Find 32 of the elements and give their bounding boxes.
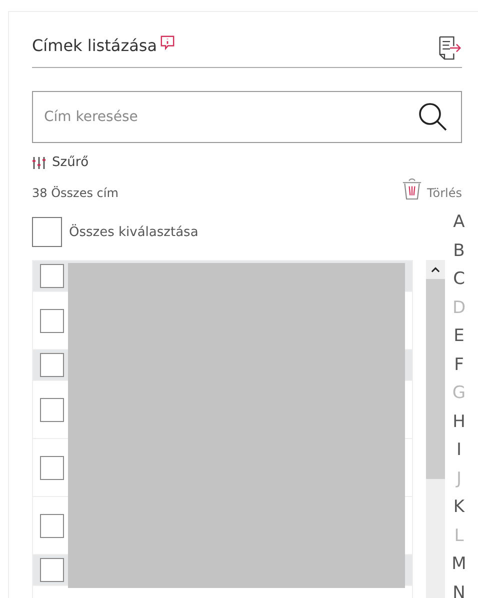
select-all-checkbox[interactable] — [32, 217, 62, 247]
row-checkbox[interactable] — [40, 558, 64, 582]
address-count: 38 Összes cím — [32, 186, 118, 200]
delete-button[interactable]: Törlés — [402, 178, 462, 200]
alphabet-letter[interactable]: H — [452, 408, 466, 436]
alphabet-letter[interactable]: C — [453, 265, 465, 294]
row-checkbox[interactable] — [40, 398, 64, 422]
alphabet-letter[interactable]: N — [452, 578, 466, 598]
alphabet-letter[interactable]: M — [452, 550, 466, 578]
scrollbar[interactable] — [426, 260, 445, 598]
alphabet-letter[interactable]: A — [453, 208, 465, 236]
search-field[interactable]: Cím keresése — [32, 91, 462, 143]
alphabet-letter[interactable]: F — [454, 350, 464, 379]
scroll-up-icon[interactable] — [431, 267, 440, 273]
alphabet-letter[interactable]: K — [453, 493, 465, 522]
trash-icon — [402, 178, 422, 200]
export-icon[interactable] — [438, 35, 462, 61]
row-checkbox[interactable] — [40, 264, 64, 288]
alphabet-letter[interactable]: B — [453, 236, 465, 265]
page-title: Címek listázása — [32, 35, 158, 57]
row-checkbox[interactable] — [40, 308, 64, 332]
row-checkbox[interactable] — [40, 456, 64, 480]
row-checkbox[interactable] — [40, 514, 64, 538]
alphabet-letter[interactable]: E — [454, 322, 464, 350]
search-icon[interactable] — [418, 102, 448, 132]
select-all-label: Összes kiválasztása — [69, 224, 198, 240]
scrollbar-thumb[interactable] — [426, 279, 445, 479]
row-checkbox[interactable] — [40, 353, 64, 377]
alphabet-letter[interactable]: I — [456, 436, 462, 464]
sliders-icon — [32, 156, 46, 170]
filter-button[interactable]: Szűrő — [32, 155, 89, 170]
info-icon[interactable] — [160, 35, 176, 50]
